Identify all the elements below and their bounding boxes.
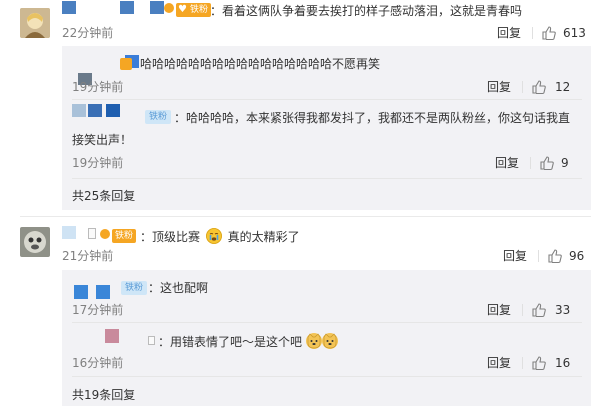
username-redacted[interactable] xyxy=(62,226,76,239)
like-count: 96 xyxy=(569,249,585,263)
like-button[interactable]: 613 xyxy=(541,25,586,41)
thumbs-up-icon xyxy=(532,356,546,371)
reply-time: 16分钟前 xyxy=(72,356,124,370)
reply-text: ：用错表情了吧～是这个吧 xyxy=(158,333,338,350)
username-redacted[interactable] xyxy=(62,1,164,14)
comment-text-part: 真的太精彩了 xyxy=(227,230,300,244)
reply-text: 哈哈哈哈哈哈哈哈哈哈哈哈哈哈哈哈不愿再笑 xyxy=(140,57,381,71)
username-redacted xyxy=(105,329,119,343)
reply-divider xyxy=(72,376,582,377)
comment-time: 21分钟前 xyxy=(62,249,114,263)
divider xyxy=(532,27,533,39)
thumbs-up-icon xyxy=(540,156,554,171)
name-tail-icon xyxy=(88,228,96,239)
more-replies-link[interactable]: 共19条回复 xyxy=(72,388,135,402)
vip-icon xyxy=(100,229,110,239)
reply-text-continued: 接笑出声！ xyxy=(72,133,133,147)
crying-emoji-icon xyxy=(205,228,222,244)
comment-time: 22分钟前 xyxy=(62,26,114,40)
reply-divider xyxy=(72,99,582,100)
like-count: 12 xyxy=(555,80,571,94)
doge-emoji-icon xyxy=(305,333,322,349)
reply-button[interactable]: 回复 xyxy=(503,249,527,263)
like-count: 9 xyxy=(561,156,569,170)
divider xyxy=(538,250,539,262)
username-redacted xyxy=(72,104,122,117)
comment-divider xyxy=(20,216,591,217)
reply-divider xyxy=(72,322,582,323)
comment-text-part: ：顶级比赛 xyxy=(140,230,201,244)
avatar-image xyxy=(20,227,50,257)
fan-badge: ♥ 铁粉 xyxy=(176,3,212,17)
reply-button[interactable]: 回复 xyxy=(487,303,511,317)
reply-button[interactable]: 回复 xyxy=(497,26,521,40)
reply-divider xyxy=(72,178,582,179)
reply-text: ：哈哈哈哈，本来紧张得我都发抖了，我都还不是两队粉丝，你这句话我直 xyxy=(174,111,571,125)
reply-time: 19分钟前 xyxy=(72,156,124,170)
vip-icon xyxy=(120,58,132,70)
doge-emoji-icon xyxy=(321,333,338,349)
more-replies-link[interactable]: 共25条回复 xyxy=(72,189,135,203)
fan-badge: 铁粉 xyxy=(121,281,148,295)
reply-button[interactable]: 回复 xyxy=(495,156,519,170)
like-button[interactable]: 12 xyxy=(531,79,576,95)
like-button[interactable]: 96 xyxy=(547,248,587,264)
like-count: 613 xyxy=(563,26,586,40)
thumbs-up-icon xyxy=(548,249,562,264)
comment-text: ：看着这俩队争着要去挨打的样子感动落泪，这就是青春吗 xyxy=(210,4,523,18)
like-count: 33 xyxy=(555,303,571,317)
vip-icon xyxy=(164,3,174,13)
divider xyxy=(522,81,523,93)
like-button[interactable]: 16 xyxy=(531,355,576,371)
avatar-image xyxy=(20,8,50,38)
reply-button[interactable]: 回复 xyxy=(487,80,511,94)
reply-time: 17分钟前 xyxy=(72,303,124,317)
like-button[interactable]: 9 xyxy=(539,155,579,171)
thumbs-up-icon xyxy=(532,303,546,318)
divider xyxy=(522,357,523,369)
like-count: 16 xyxy=(555,356,571,370)
fan-badge: 铁粉 xyxy=(145,110,172,124)
username-redacted xyxy=(74,285,112,299)
reply-time: 19分钟前 xyxy=(72,80,124,94)
comment-text: ：顶级比赛 真的太精彩了 xyxy=(140,228,300,245)
thumbs-up-icon xyxy=(532,80,546,95)
reply-text: ：这也配啊 xyxy=(148,281,209,295)
name-tail-icon xyxy=(148,336,155,345)
divider xyxy=(530,157,531,169)
like-button[interactable]: 33 xyxy=(531,302,576,318)
thumbs-up-icon xyxy=(542,26,556,41)
reply-button[interactable]: 回复 xyxy=(487,356,511,370)
reply-text-part: ：用错表情了吧～是这个吧 xyxy=(158,335,303,349)
avatar[interactable] xyxy=(20,8,50,38)
fan-badge: 铁粉 xyxy=(112,229,137,243)
avatar[interactable] xyxy=(20,227,50,257)
divider xyxy=(522,304,523,316)
heart-icon: ♥ xyxy=(178,4,187,15)
